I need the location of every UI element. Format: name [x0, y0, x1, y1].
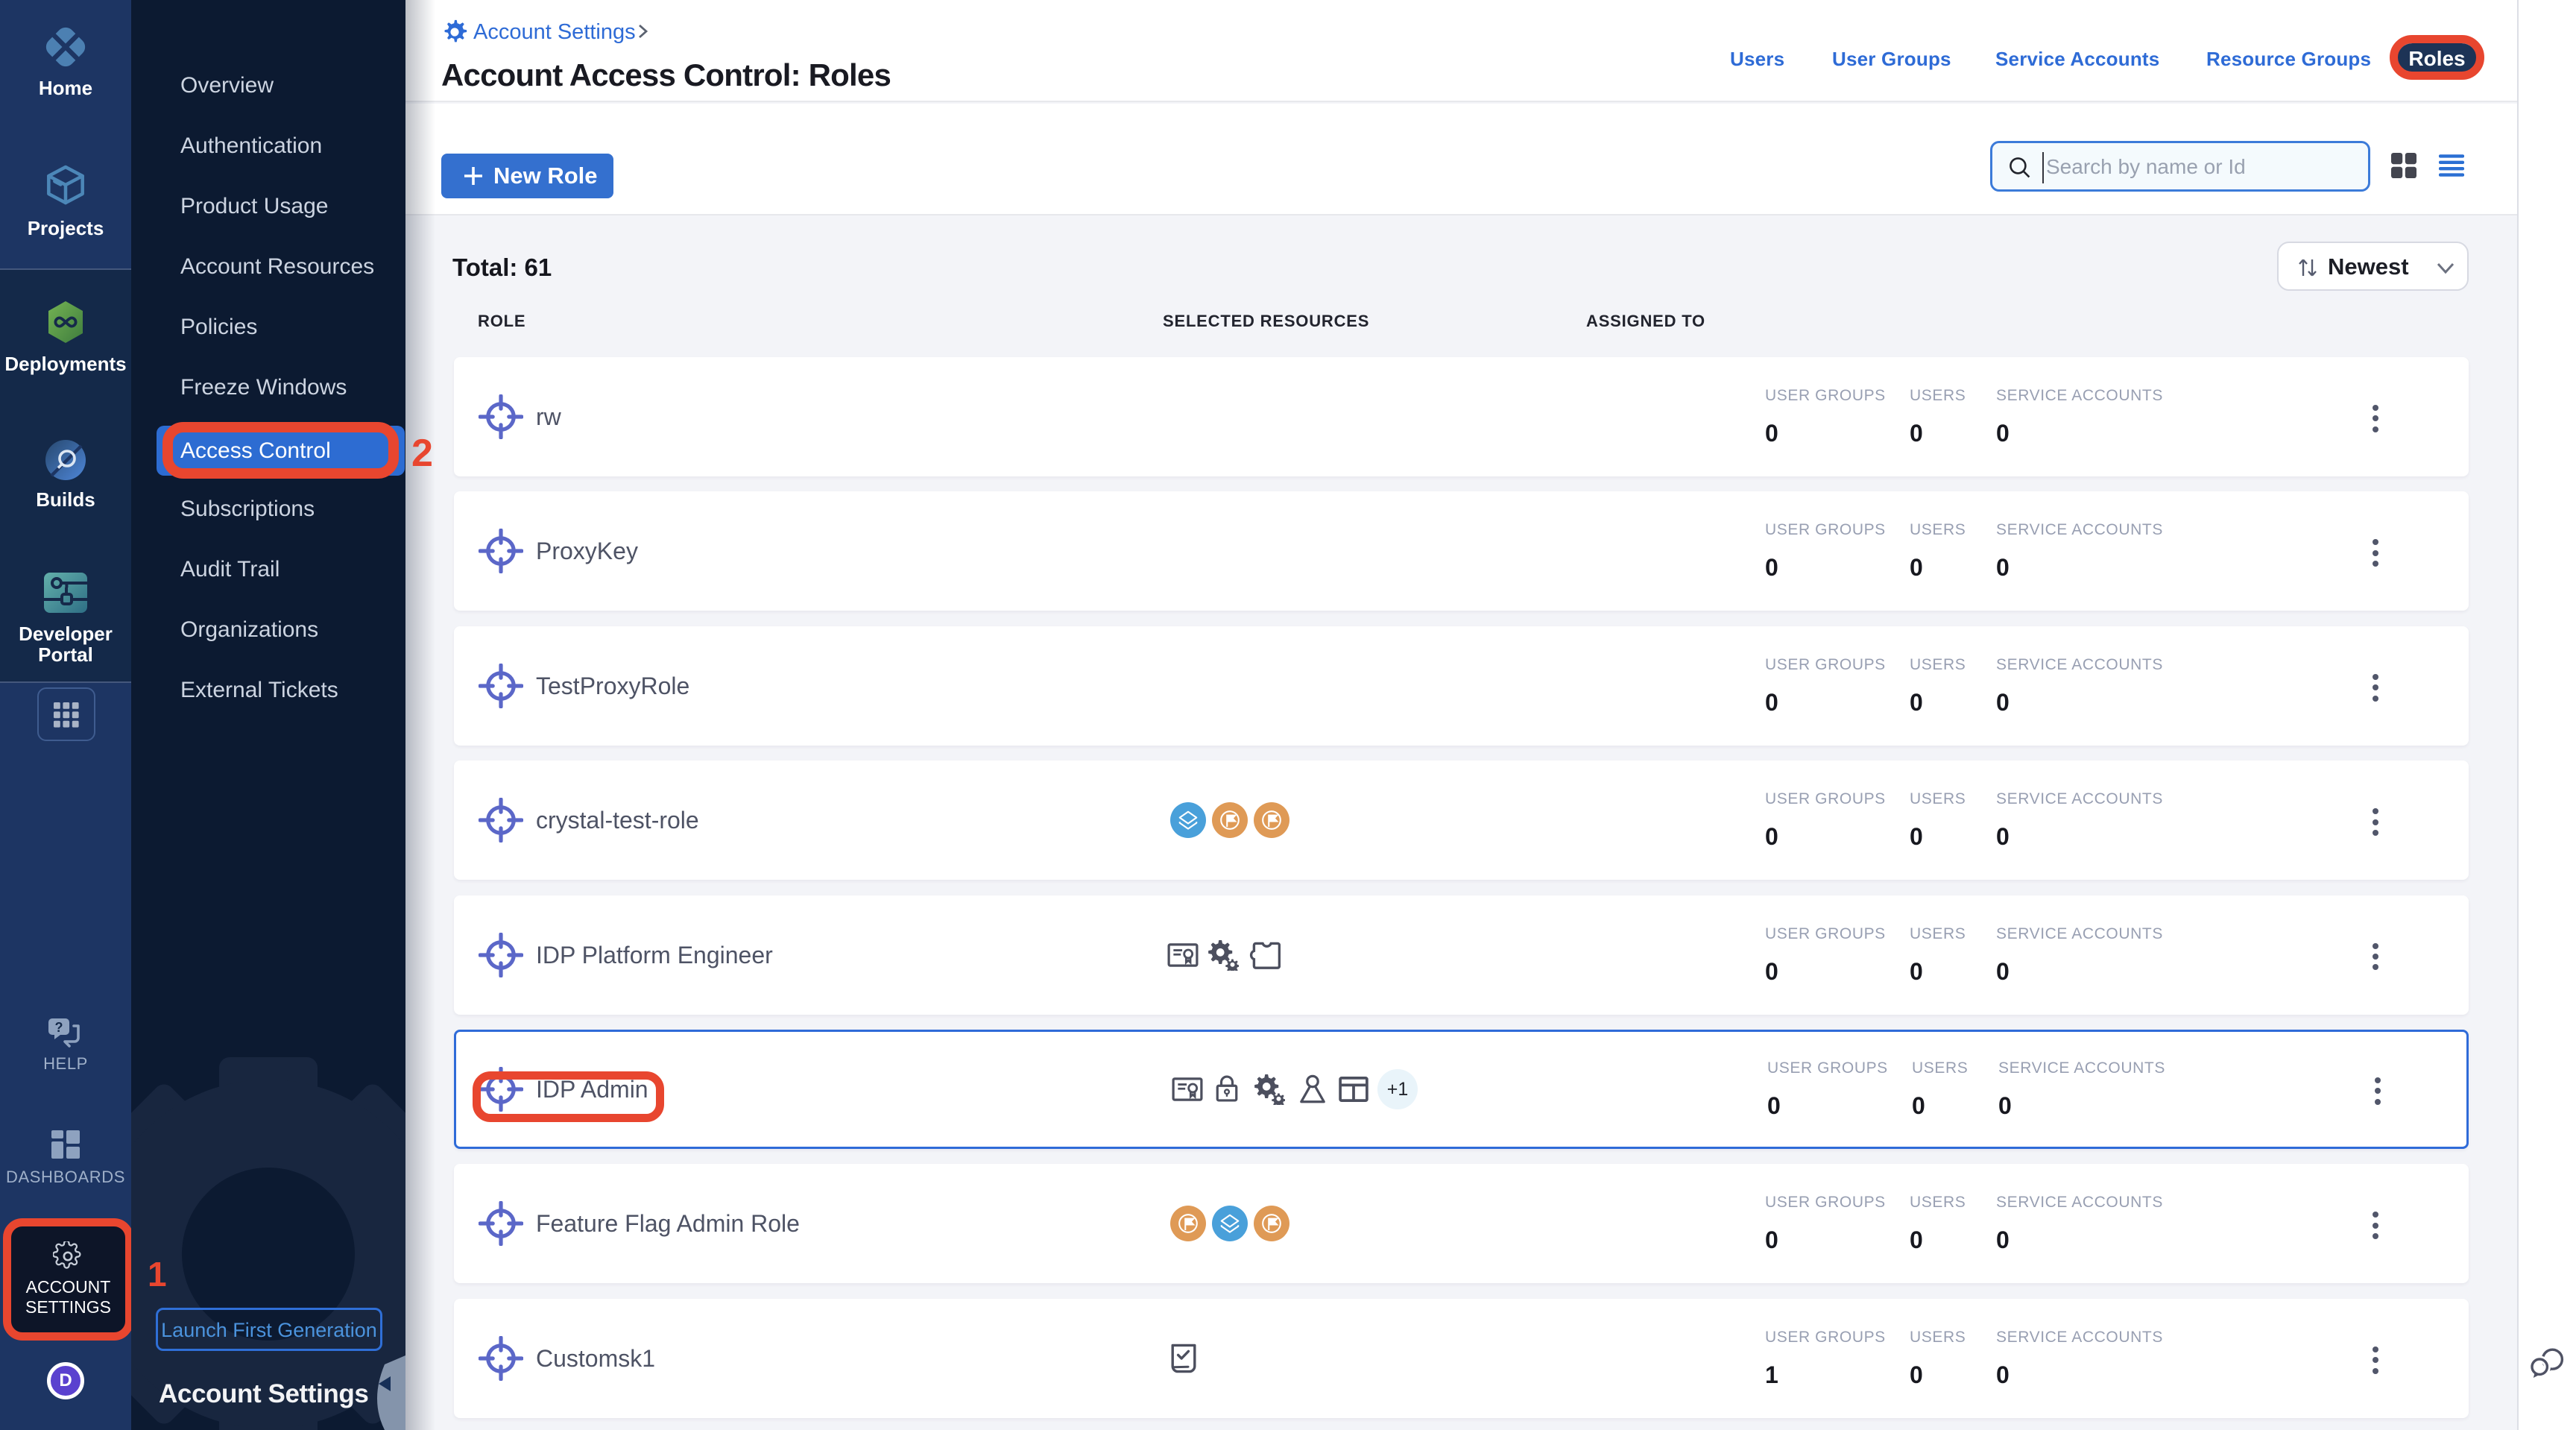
svg-text:?: ? [55, 1020, 63, 1035]
